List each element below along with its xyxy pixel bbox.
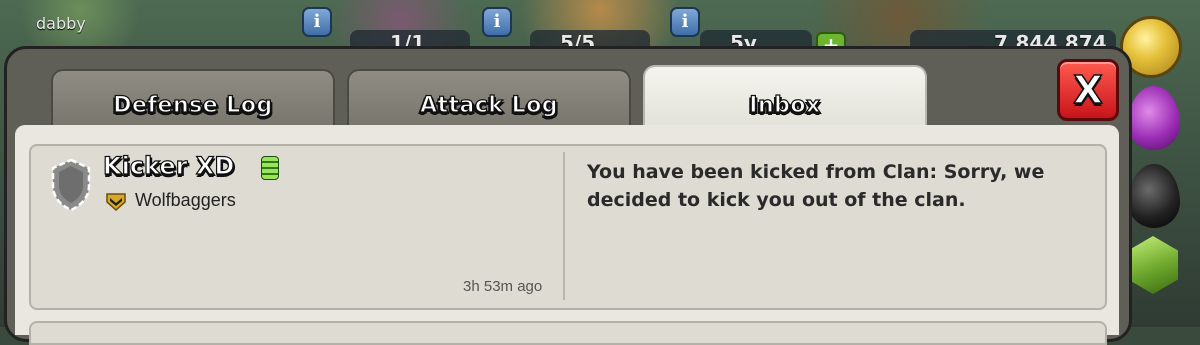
tab-label: Attack Log: [419, 92, 559, 118]
clan-badge-icon: [106, 193, 126, 212]
tab-inbox[interactable]: Inbox: [643, 65, 927, 129]
close-button[interactable]: X: [1057, 59, 1119, 121]
level-icon: [261, 156, 279, 180]
info-icon[interactable]: i: [670, 7, 700, 37]
message-body: You have been kicked from Clan: Sorry, w…: [587, 161, 1045, 211]
message-card[interactable]: [29, 321, 1107, 345]
messages-panel: Defense Log Attack Log Inbox X Kicker XD…: [4, 46, 1132, 345]
card-divider: [563, 152, 565, 300]
shield-icon: [51, 158, 91, 212]
tab-attack-log[interactable]: Attack Log: [347, 69, 631, 129]
inbox-content: Kicker XD Wolfbaggers 3h 53m ago You hav…: [15, 125, 1119, 345]
message-card[interactable]: Kicker XD Wolfbaggers 3h 53m ago You hav…: [29, 144, 1107, 310]
info-icon[interactable]: i: [482, 7, 512, 37]
player-name: dabby: [36, 14, 86, 33]
sender-name: Kicker XD: [102, 151, 235, 180]
tab-label: Inbox: [749, 92, 821, 118]
clan-name: Wolfbaggers: [135, 190, 236, 210]
message-timestamp: 3h 53m ago: [463, 278, 543, 295]
tab-label: Defense Log: [113, 92, 273, 118]
tab-defense-log[interactable]: Defense Log: [51, 69, 335, 129]
info-icon[interactable]: i: [302, 7, 332, 37]
